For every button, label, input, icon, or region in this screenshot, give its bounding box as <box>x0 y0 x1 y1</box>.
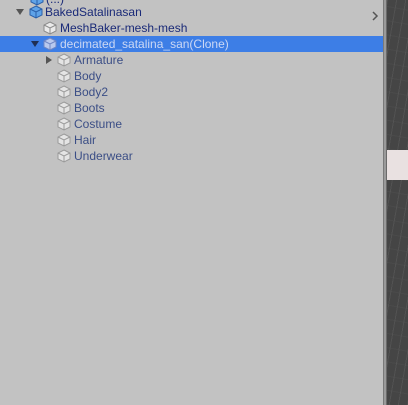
unity-editor: (...) BakedSatalinasan MeshBaker-mesh-me… <box>0 0 408 405</box>
cube-icon <box>43 37 57 51</box>
hierarchy-row-hair[interactable]: Hair <box>0 132 383 148</box>
hierarchy-row-body2[interactable]: Body2 <box>0 84 383 100</box>
hierarchy-row-body[interactable]: Body <box>0 68 383 84</box>
cube-icon <box>43 21 57 35</box>
cube-icon <box>57 133 71 147</box>
row-label: Hair <box>74 133 97 147</box>
cube-icon <box>57 53 71 67</box>
blue-cube-icon <box>29 5 43 19</box>
cube-icon <box>57 149 71 163</box>
row-label: Armature <box>74 53 124 67</box>
cube-icon <box>57 85 71 99</box>
cube-icon <box>57 69 71 83</box>
hierarchy-panel[interactable]: (...) BakedSatalinasan MeshBaker-mesh-me… <box>0 0 383 405</box>
row-label: Body2 <box>74 85 109 99</box>
row-label: decimated_satalina_san(Clone) <box>60 37 229 51</box>
hierarchy-row-armature[interactable]: Armature <box>0 52 383 68</box>
hierarchy-row-underwear[interactable]: Underwear <box>0 148 383 164</box>
hierarchy-row-meshbaker[interactable]: MeshBaker-mesh-mesh <box>0 20 383 36</box>
triangle-down-icon[interactable] <box>15 7 25 17</box>
scene-grid <box>387 0 408 405</box>
hierarchy-row-decimated-satalina-san[interactable]: decimated_satalina_san(Clone) <box>0 36 383 52</box>
row-label: Costume <box>74 117 123 131</box>
hierarchy-row-boots[interactable]: Boots <box>0 100 383 116</box>
hierarchy-row-costume[interactable]: Costume <box>0 116 383 132</box>
scene-model <box>387 150 408 180</box>
row-label: MeshBaker-mesh-mesh <box>60 21 188 35</box>
triangle-right-icon[interactable] <box>44 55 54 65</box>
triangle-down-icon[interactable] <box>30 39 40 49</box>
row-label: Body <box>74 69 102 83</box>
hierarchy-row-bakedsatalinasan[interactable]: BakedSatalinasan <box>0 4 383 21</box>
scene-view[interactable] <box>387 0 408 405</box>
row-label: Underwear <box>74 149 133 163</box>
row-label: Boots <box>74 101 105 115</box>
chevron-right-icon[interactable] <box>371 9 379 21</box>
cube-icon <box>57 101 71 115</box>
row-label: BakedSatalinasan <box>45 5 142 19</box>
cube-icon <box>57 117 71 131</box>
